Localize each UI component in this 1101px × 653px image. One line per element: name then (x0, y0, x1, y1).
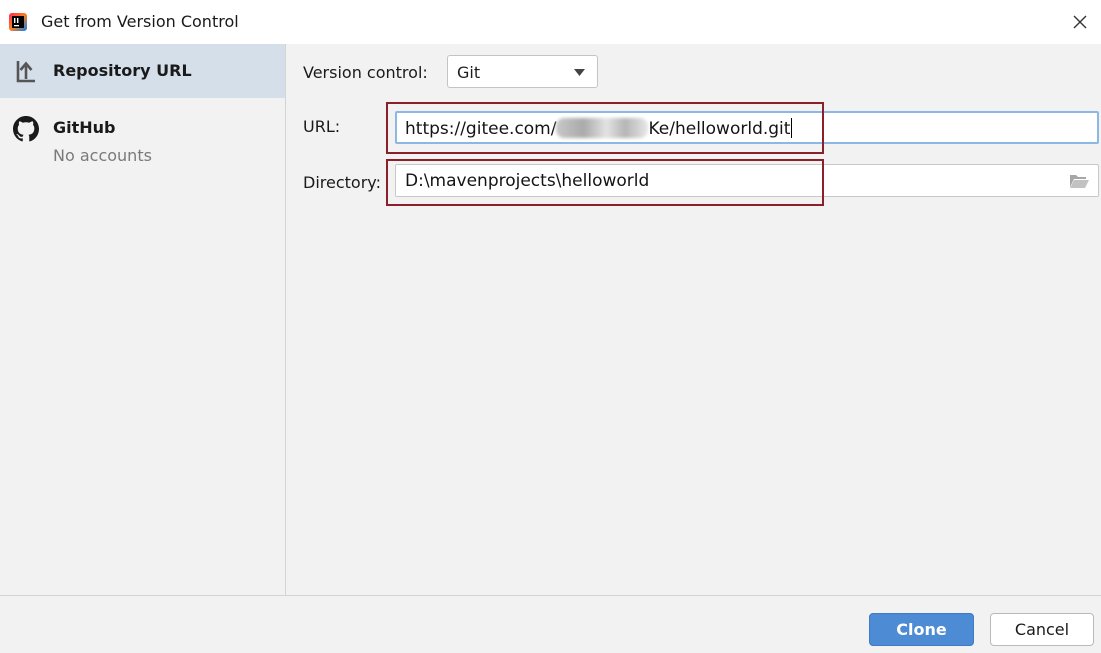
redacted-blur (556, 118, 649, 138)
sidebar: Repository URL GitHub No accounts (0, 44, 286, 595)
directory-input[interactable]: D:\mavenprojects\helloworld (395, 164, 1099, 197)
close-button[interactable] (1066, 8, 1094, 36)
chevron-down-icon (574, 69, 585, 76)
github-icon (13, 116, 39, 142)
folder-icon[interactable] (1069, 173, 1089, 189)
version-control-select[interactable]: Git (447, 55, 598, 88)
cancel-button[interactable]: Cancel (990, 613, 1094, 646)
text-cursor (791, 118, 793, 138)
sidebar-item-github[interactable]: GitHub No accounts (0, 104, 285, 174)
url-input[interactable]: https://gitee.com/Ke/helloworld.git (395, 111, 1099, 144)
window-title: Get from Version Control (41, 12, 239, 31)
directory-label: Directory: (303, 173, 381, 192)
url-input-value: https://gitee.com/Ke/helloworld.git (405, 118, 793, 139)
sidebar-item-repository-url[interactable]: Repository URL (0, 44, 285, 98)
directory-input-value: D:\mavenprojects\helloworld (405, 171, 650, 191)
clone-button[interactable]: Clone (869, 613, 974, 646)
url-label: URL: (303, 117, 341, 136)
intellij-idea-icon (9, 13, 27, 31)
close-icon (1073, 15, 1087, 29)
github-accounts-status: No accounts (53, 146, 152, 165)
get-from-vcs-dialog: Get from Version Control Repository URL … (0, 0, 1101, 653)
version-control-label: Version control: (303, 63, 428, 82)
sidebar-item-label: Repository URL (53, 61, 192, 80)
sidebar-item-label: GitHub (53, 118, 116, 137)
dialog-footer: Clone Cancel (0, 595, 1101, 653)
version-control-value: Git (457, 63, 481, 82)
title-bar: Get from Version Control (0, 0, 1101, 44)
repository-url-icon (16, 61, 35, 83)
